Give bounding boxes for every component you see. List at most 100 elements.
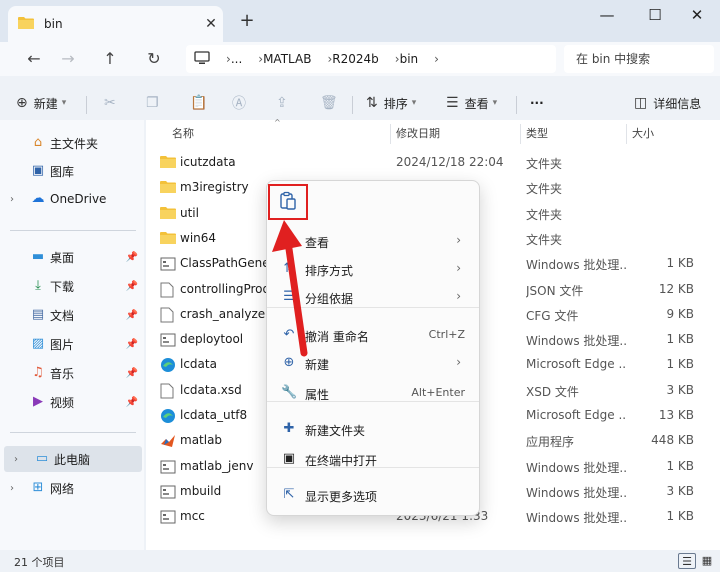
file-type: 文件夹 bbox=[526, 182, 563, 197]
column-header-type[interactable]: 类型 bbox=[526, 120, 548, 148]
table-row[interactable]: icutzdata 2024/12/18 22:04 文件夹 bbox=[146, 150, 706, 175]
menu-item-wrench[interactable]: 🔧 属性 Alt+Enter bbox=[271, 379, 475, 407]
sidebar-item-gallery[interactable]: ▣ 图库 bbox=[0, 158, 142, 184]
file-date: 2024/12/18 22:04 bbox=[396, 155, 504, 169]
file-size: 9 KB bbox=[666, 306, 694, 321]
details-pane-icon: ◫ bbox=[634, 95, 648, 111]
sidebar-item-downloads[interactable]: ⤓ 下载 📌 bbox=[0, 273, 142, 299]
refresh-icon[interactable]: ↻ bbox=[142, 48, 166, 70]
file-size: 448 KB bbox=[651, 433, 694, 448]
paste-icon bbox=[279, 191, 297, 214]
tab-close-icon[interactable]: ✕ bbox=[199, 16, 223, 32]
close-button[interactable]: ✕ bbox=[674, 0, 720, 30]
menu-item-undo[interactable]: ↶ 撤消 重命名 Ctrl+Z bbox=[271, 321, 475, 349]
cut-button[interactable]: ✂ bbox=[104, 92, 122, 114]
menu-item-label: 属性 bbox=[305, 388, 330, 402]
details-view-icon[interactable]: ☰ bbox=[678, 553, 696, 569]
chevron-right-icon[interactable]: › bbox=[10, 483, 14, 494]
sidebar-item-videos[interactable]: ▶ 视频 📌 bbox=[0, 389, 142, 415]
column-header-size[interactable]: 大小 bbox=[632, 120, 654, 148]
breadcrumb-bin[interactable]: bin bbox=[400, 52, 419, 66]
title-bar: bin ✕ + — ☐ ✕ bbox=[0, 0, 720, 42]
share-button[interactable]: ⇪ bbox=[276, 92, 294, 114]
minimize-button[interactable]: — bbox=[584, 0, 630, 30]
sidebar-item-documents[interactable]: ▤ 文档 📌 bbox=[0, 302, 142, 328]
pin-icon: 📌 bbox=[125, 309, 138, 321]
search-input[interactable]: 在 bin 中搜索 bbox=[564, 45, 714, 73]
new-button[interactable]: ⊕ 新建 ▾ bbox=[16, 92, 66, 114]
column-header-name[interactable]: 名称 bbox=[172, 120, 194, 148]
menu-item-group[interactable]: ☰ 分组依据 › bbox=[271, 283, 475, 311]
file-type: 应用程序 bbox=[526, 435, 575, 450]
view-button-label: 查看 bbox=[464, 96, 489, 111]
file-size: 1 KB bbox=[666, 332, 694, 347]
undo-icon: ↶ bbox=[283, 327, 295, 342]
sidebar-item-desktop[interactable]: ▬ 桌面 📌 bbox=[0, 244, 142, 270]
edge-icon bbox=[160, 408, 176, 424]
more-label: ··· bbox=[530, 96, 544, 110]
pin-icon: 📌 bbox=[125, 251, 138, 263]
group-icon: ☰ bbox=[283, 289, 295, 304]
tiles-view-icon[interactable]: ▦ bbox=[698, 553, 716, 569]
menu-item-new-folder[interactable]: ✚ 新建文件夹 bbox=[271, 415, 475, 443]
more-button[interactable]: ··· bbox=[530, 92, 544, 114]
file-type: Windows 批处理... bbox=[526, 485, 626, 500]
sort-button[interactable]: ⇅ 排序 ▾ bbox=[366, 92, 416, 114]
view-button[interactable]: ☰ 查看 ▾ bbox=[446, 92, 497, 114]
context-paste-button[interactable] bbox=[268, 184, 308, 220]
maximize-button[interactable]: ☐ bbox=[632, 0, 678, 30]
paste-button[interactable]: 📋 bbox=[190, 92, 213, 114]
menu-item-grid[interactable]: ⊞ 查看 › bbox=[271, 227, 475, 255]
chevron-right-icon[interactable]: › bbox=[10, 194, 14, 205]
sidebar-item-onedrive[interactable]: › ☁ OneDrive bbox=[0, 186, 142, 212]
file-icon bbox=[160, 282, 176, 298]
breadcrumb-matlab[interactable]: MATLAB bbox=[263, 52, 311, 66]
up-arrow-icon[interactable]: ↑ bbox=[98, 48, 122, 70]
file-size: 1 KB bbox=[666, 357, 694, 372]
address-bar[interactable]: › ... › MATLAB › R2024b › bin › bbox=[186, 45, 556, 73]
breadcrumb-ellipsis[interactable]: ... bbox=[231, 52, 242, 66]
sidebar-item-home[interactable]: ⌂ 主文件夹 bbox=[0, 130, 142, 156]
details-pane-button[interactable]: ◫ 详细信息 bbox=[634, 92, 701, 114]
menu-item-terminal[interactable]: ▣ 在终端中打开 bbox=[271, 445, 475, 473]
video-icon: ▶ bbox=[33, 394, 43, 409]
pin-icon: 📌 bbox=[125, 280, 138, 292]
file-type: Microsoft Edge ... bbox=[526, 408, 626, 422]
picture-icon: ▨ bbox=[31, 336, 45, 351]
pin-icon: 📌 bbox=[125, 367, 138, 379]
file-type: Microsoft Edge ... bbox=[526, 357, 626, 372]
new-tab-button[interactable]: + bbox=[236, 10, 258, 32]
more-options-icon: ⇱ bbox=[283, 487, 295, 502]
matlab-icon bbox=[160, 433, 176, 449]
item-count: 21 个项目 bbox=[14, 556, 65, 569]
delete-button[interactable]: 🗑 bbox=[320, 92, 344, 114]
rename-button[interactable]: Ⓐ bbox=[232, 92, 252, 114]
menu-item-label: 在终端中打开 bbox=[305, 454, 378, 468]
column-header-date[interactable]: 修改日期 bbox=[396, 120, 440, 148]
menu-item-sort[interactable]: ⇅ 排序方式 › bbox=[271, 255, 475, 283]
menu-item-label: 撤消 重命名 bbox=[305, 330, 369, 344]
tab-bin[interactable]: bin ✕ bbox=[8, 6, 223, 42]
sidebar-item-network[interactable]: › ⊞ 网络 bbox=[0, 475, 142, 501]
plus-circle-icon: ⊕ bbox=[16, 95, 28, 111]
network-icon: ⊞ bbox=[32, 480, 44, 495]
menu-item-more-options[interactable]: ⇱ 显示更多选项 bbox=[271, 481, 475, 509]
chevron-right-icon[interactable]: › bbox=[14, 454, 18, 465]
batch-file-icon bbox=[160, 256, 176, 272]
menu-item-new[interactable]: ⊕ 新建 › bbox=[271, 349, 475, 377]
file-size: 1 KB bbox=[666, 458, 694, 473]
breadcrumb-r2024b[interactable]: R2024b bbox=[332, 52, 379, 66]
folder-icon bbox=[160, 155, 176, 171]
file-type: XSD 文件 bbox=[526, 384, 579, 399]
sidebar-item-music[interactable]: ♫ 音乐 📌 bbox=[0, 360, 142, 386]
sidebar-item-pictures[interactable]: ▨ 图片 📌 bbox=[0, 331, 142, 357]
menu-item-label: 新建文件夹 bbox=[305, 424, 366, 438]
grid-icon: ⊞ bbox=[283, 233, 295, 248]
file-type: CFG 文件 bbox=[526, 308, 579, 323]
sidebar-item-this-pc[interactable]: › ▭ 此电脑 bbox=[4, 446, 142, 472]
copy-button[interactable]: ❐ bbox=[146, 92, 165, 114]
chevron-right-icon: › bbox=[456, 233, 461, 247]
cut-icon: ✂ bbox=[104, 95, 116, 111]
forward-arrow-icon[interactable]: → bbox=[56, 48, 80, 70]
back-arrow-icon[interactable]: ← bbox=[22, 48, 46, 70]
